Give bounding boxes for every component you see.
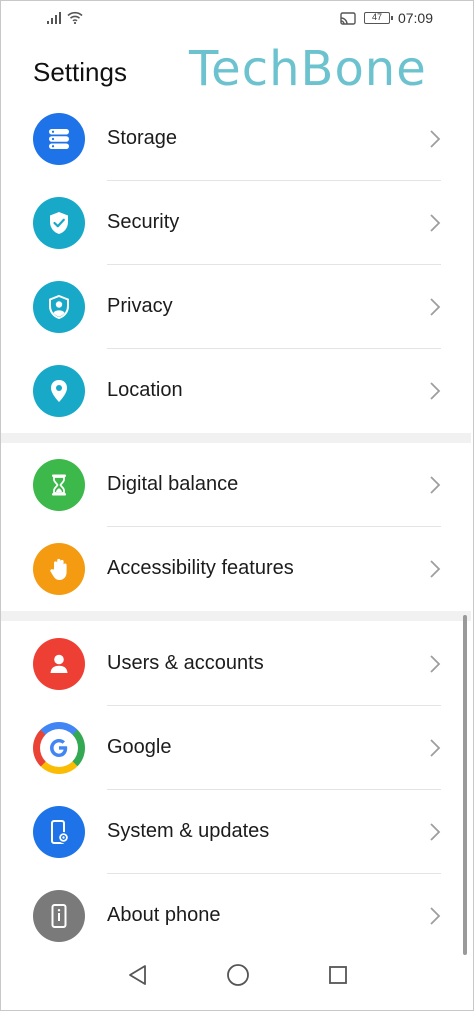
chevron-right-icon — [430, 382, 441, 400]
settings-item-google[interactable]: Google — [1, 706, 471, 790]
settings-screen: 47 07:09 Settings TechBone Storage Secur… — [0, 0, 474, 1011]
status-time: 07:09 — [397, 10, 433, 26]
signal-icon — [47, 11, 61, 24]
status-right: 47 07:09 — [340, 10, 433, 26]
settings-item-label: Users & accounts — [107, 652, 264, 674]
hand-icon — [33, 543, 85, 595]
scrollbar[interactable] — [463, 615, 467, 955]
settings-group-3: Users & accounts Google System & updates… — [1, 622, 471, 958]
chevron-right-icon — [430, 655, 441, 673]
google-icon — [33, 722, 85, 774]
home-icon[interactable] — [223, 960, 253, 990]
settings-item-label: Accessibility features — [107, 557, 294, 579]
settings-item-about-phone[interactable]: About phone — [1, 874, 471, 958]
wifi-icon — [67, 11, 83, 24]
settings-item-label: About phone — [107, 904, 221, 926]
settings-item-digital-balance[interactable]: Digital balance — [1, 443, 471, 527]
settings-item-label: Security — [107, 211, 180, 233]
settings-item-label: Storage — [107, 127, 178, 149]
back-icon[interactable] — [123, 960, 153, 990]
chevron-right-icon — [430, 823, 441, 841]
chevron-right-icon — [430, 298, 441, 316]
shield-check-icon — [33, 197, 85, 249]
battery-icon: 47 — [363, 12, 393, 24]
settings-item-privacy[interactable]: Privacy — [1, 265, 471, 349]
chevron-right-icon — [430, 739, 441, 757]
chevron-right-icon — [430, 476, 441, 494]
settings-item-accessibility[interactable]: Accessibility features — [1, 527, 471, 611]
user-icon — [33, 638, 85, 690]
page-title: Settings — [33, 57, 127, 87]
settings-item-label: Location — [107, 379, 183, 401]
section-separator — [1, 611, 471, 621]
settings-item-security[interactable]: Security — [1, 181, 471, 265]
phone-gear-icon — [33, 806, 85, 858]
phone-info-icon — [33, 890, 85, 942]
settings-item-label: Privacy — [107, 295, 173, 317]
cast-icon — [340, 11, 356, 25]
settings-item-label: Google — [107, 736, 172, 758]
storage-icon — [33, 113, 85, 165]
recents-icon[interactable] — [323, 960, 353, 990]
chevron-right-icon — [430, 130, 441, 148]
section-separator — [1, 433, 471, 443]
settings-group-1: Storage Security Privacy Location — [1, 97, 471, 433]
chevron-right-icon — [430, 560, 441, 578]
settings-item-location[interactable]: Location — [1, 349, 471, 433]
status-left — [47, 11, 83, 24]
status-bar: 47 07:09 — [1, 1, 473, 37]
settings-item-label: Digital balance — [107, 473, 239, 495]
watermark-logo: TechBone — [189, 41, 427, 97]
settings-item-system-updates[interactable]: System & updates — [1, 790, 471, 874]
location-pin-icon — [33, 365, 85, 417]
chevron-right-icon — [430, 907, 441, 925]
settings-group-2: Digital balance Accessibility features — [1, 443, 471, 611]
hourglass-icon — [33, 459, 85, 511]
settings-item-label: System & updates — [107, 820, 270, 842]
settings-item-storage[interactable]: Storage — [1, 97, 471, 181]
settings-item-users-accounts[interactable]: Users & accounts — [1, 622, 471, 706]
chevron-right-icon — [430, 214, 441, 232]
privacy-user-shield-icon — [33, 281, 85, 333]
navigation-bar — [1, 948, 473, 1010]
